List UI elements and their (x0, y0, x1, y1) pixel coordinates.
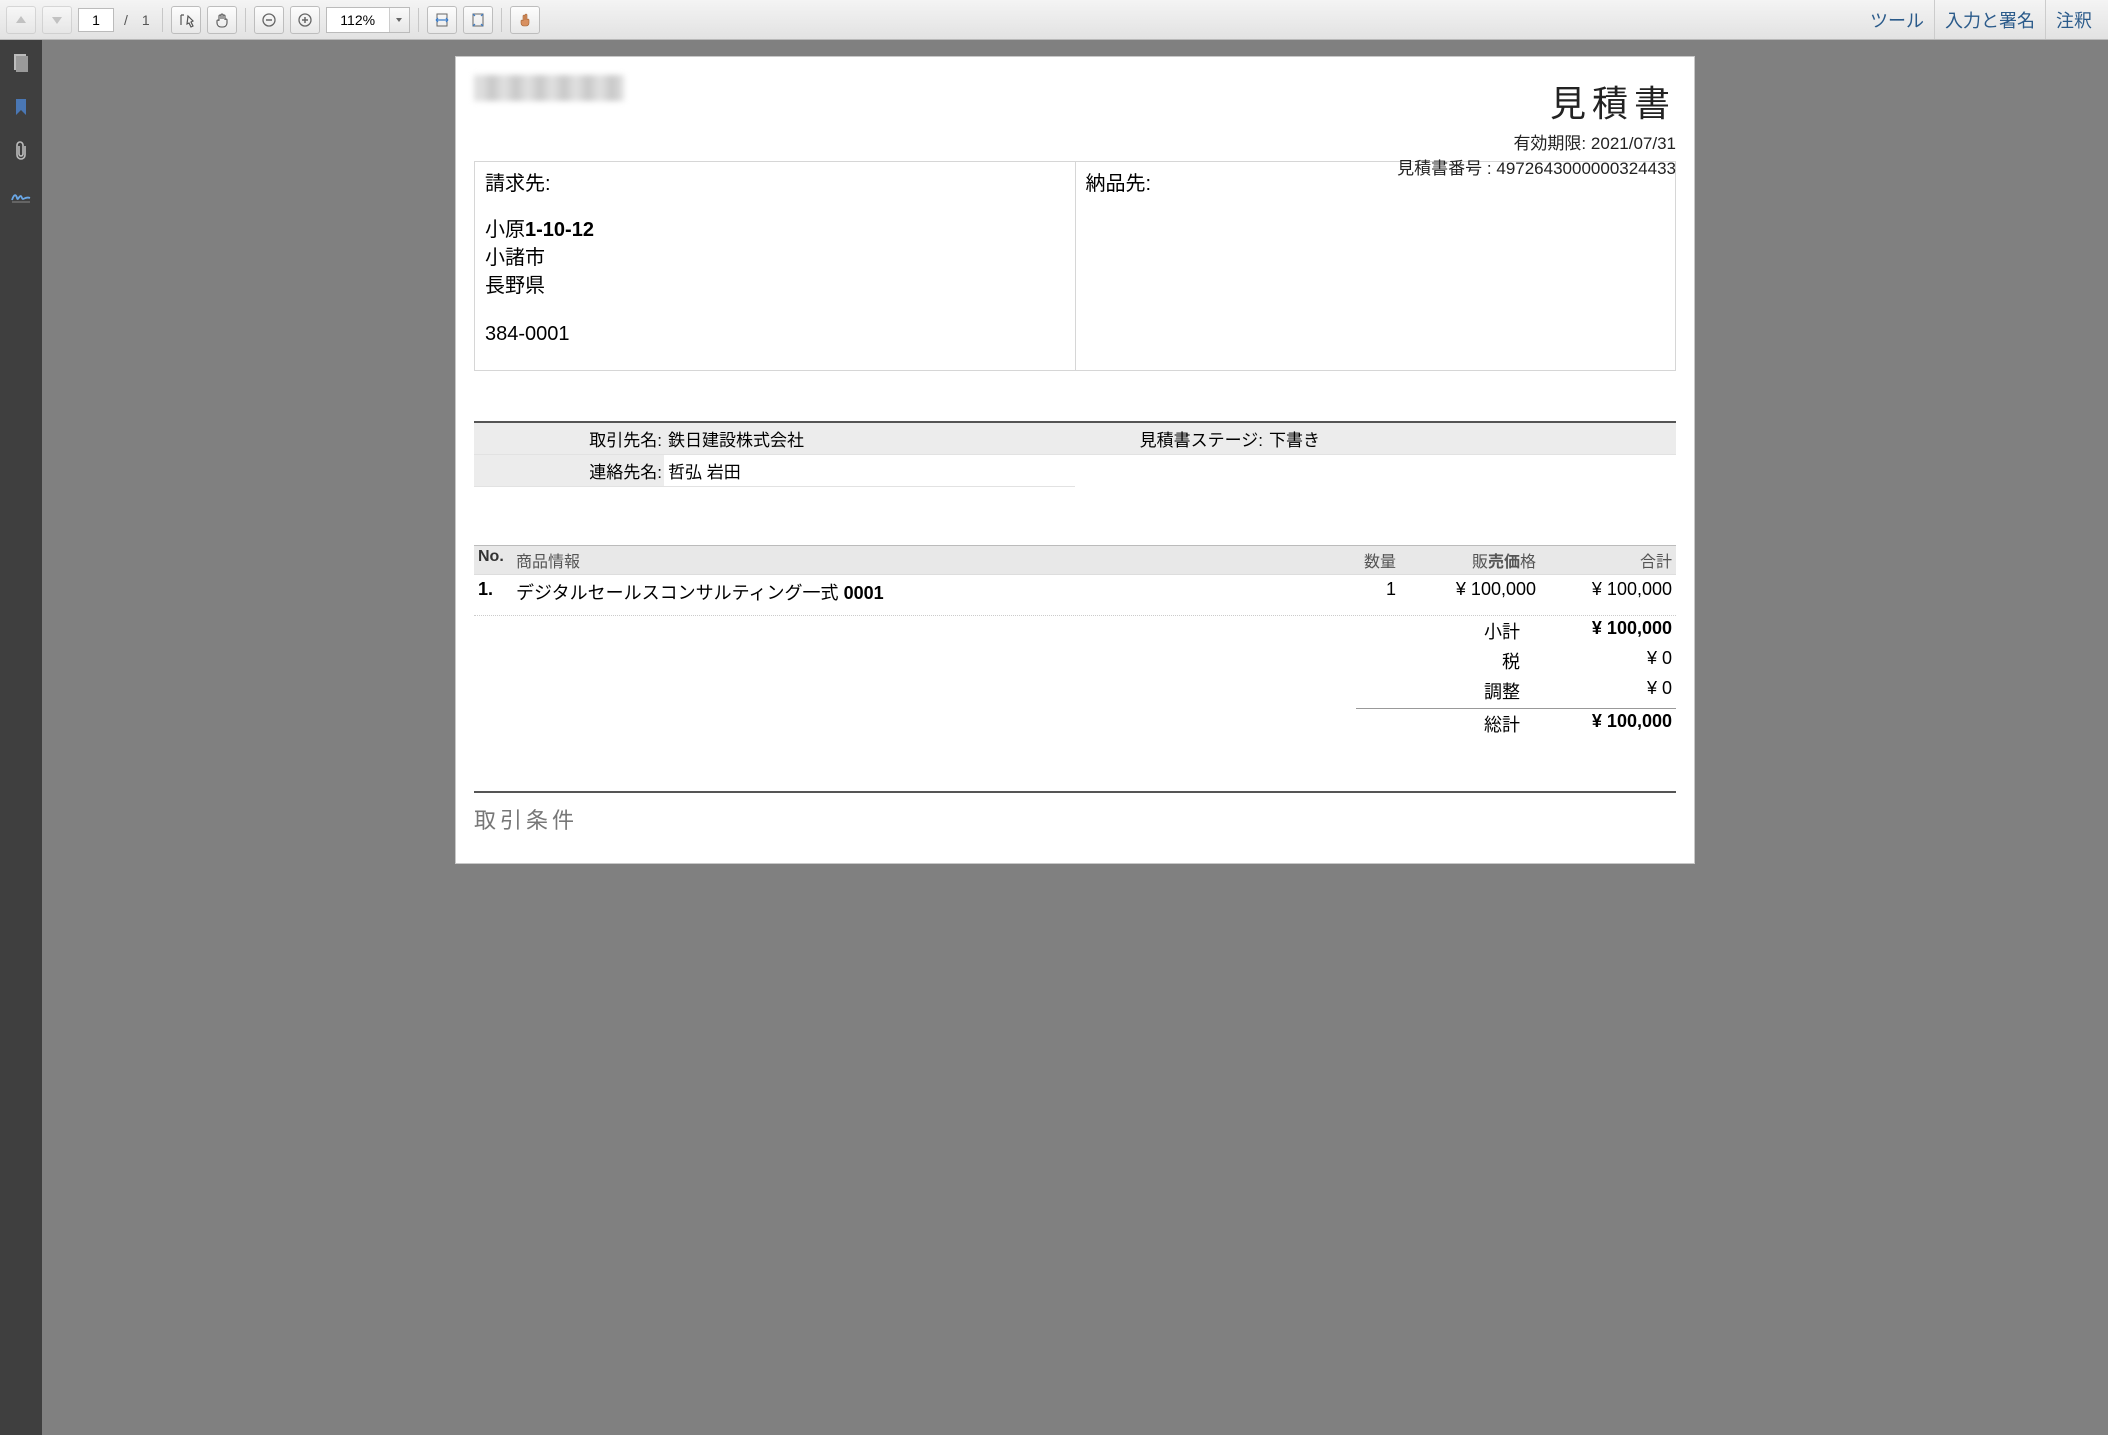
bookmark-icon[interactable] (8, 94, 34, 120)
zoom-input[interactable] (327, 8, 389, 32)
document-page: 見積書 有効期限: 2021/07/31 見積書番号 : 49726430000… (455, 56, 1695, 864)
quote-number-line: 見積書番号 : 4972643000000324433 (1397, 154, 1676, 179)
zoom-in-button[interactable] (290, 6, 320, 34)
bill-to-line3: 長野県 (485, 272, 1065, 300)
header-price-a: 販 (1472, 554, 1488, 571)
select-tool-button[interactable] (171, 6, 201, 34)
item-price: ¥ 100,000 (1396, 579, 1536, 605)
bill-to-label: 請求先: (485, 170, 1065, 198)
stage-label: 見積書ステージ: (1075, 423, 1265, 455)
expiry-label: 有効期限: (1513, 134, 1586, 153)
fit-page-button[interactable] (463, 6, 493, 34)
hand-tool-button[interactable] (207, 6, 237, 34)
document-title: 見積書 (1397, 75, 1676, 127)
adjust-value: ¥ 0 (1532, 678, 1672, 704)
terms-heading: 取引条件 (474, 791, 1676, 835)
thumbnails-icon[interactable] (8, 50, 34, 76)
page-up-button[interactable] (6, 6, 36, 34)
sidebar (0, 40, 42, 1435)
fit-width-button[interactable] (427, 6, 457, 34)
attachment-icon[interactable] (8, 138, 34, 164)
grand-total-value: ¥ 100,000 (1532, 711, 1672, 737)
items-table: No. 商品情報 数量 販売価格 合計 1. デジタルセールスコンサルティング一… (474, 545, 1676, 739)
items-header-row: No. 商品情報 数量 販売価格 合計 (474, 545, 1676, 575)
stage-value: 下書き (1265, 423, 1676, 455)
header-info: 商品情報 (516, 548, 1316, 572)
page-total: 1 (138, 12, 154, 28)
header-no: No. (474, 548, 516, 572)
page-number-input[interactable] (78, 8, 114, 32)
zoom-out-button[interactable] (254, 6, 284, 34)
meta-block: 取引先名: 鉄日建設株式会社 見積書ステージ: 下書き 連絡先名: 哲弘 岩田 (474, 421, 1676, 487)
subtotal-label: 小計 (1460, 618, 1520, 644)
bill-to-line4: 384-0001 (485, 320, 1065, 348)
header-qty: 数量 (1316, 548, 1396, 572)
toolbar-separator (418, 8, 419, 32)
page-down-button[interactable] (42, 6, 72, 34)
subtotal-value: ¥ 100,000 (1532, 618, 1672, 644)
item-no: 1. (474, 579, 516, 605)
item-name-b: 0001 (844, 583, 884, 603)
toolbar-separator (245, 8, 246, 32)
expiry-value: 2021/07/31 (1591, 134, 1676, 153)
company-logo (474, 75, 624, 101)
header-price-b: 売価 (1488, 554, 1520, 571)
item-row: 1. デジタルセールスコンサルティング一式 0001 1 ¥ 100,000 ¥… (474, 575, 1676, 616)
tax-value: ¥ 0 (1532, 648, 1672, 674)
item-total: ¥ 100,000 (1536, 579, 1676, 605)
account-label: 取引先名: (474, 423, 664, 455)
totals-block: 小計 ¥ 100,000 税 ¥ 0 調整 ¥ 0 総計 (1356, 616, 1676, 739)
bill-to-box: 請求先: 小原1-10-12 小諸市 長野県 384-0001 (474, 161, 1076, 371)
tax-label: 税 (1460, 648, 1520, 674)
page-viewport[interactable]: 見積書 有効期限: 2021/07/31 見積書番号 : 49726430000… (42, 40, 2108, 1435)
item-name-a: デジタルセールスコンサルティング一式 (516, 583, 844, 603)
quote-number-label: 見積書番号 : (1397, 159, 1491, 178)
header-price: 販売価格 (1396, 548, 1536, 572)
comment-link[interactable]: 注釈 (2045, 0, 2102, 39)
bill-to-line1b: 1-10-12 (525, 219, 594, 241)
header-price-c: 格 (1520, 554, 1536, 571)
ship-to-box: 納品先: (1076, 161, 1677, 371)
grand-total-label: 総計 (1460, 711, 1520, 737)
read-mode-button[interactable] (510, 6, 540, 34)
bill-to-line2: 小諸市 (485, 244, 1065, 272)
adjust-label: 調整 (1460, 678, 1520, 704)
quote-number-value: 4972643000000324433 (1496, 159, 1676, 178)
fill-sign-link[interactable]: 入力と署名 (1934, 0, 2045, 39)
page-separator: / (120, 12, 132, 28)
contact-label: 連絡先名: (474, 455, 664, 487)
account-value: 鉄日建設株式会社 (664, 423, 1075, 455)
document-header-right: 見積書 有効期限: 2021/07/31 見積書番号 : 49726430000… (1397, 75, 1676, 179)
zoom-dropdown-button[interactable] (389, 8, 409, 32)
item-name: デジタルセールスコンサルティング一式 0001 (516, 579, 1316, 605)
toolbar-separator (501, 8, 502, 32)
bill-to-line1a: 小原 (485, 219, 525, 241)
signature-icon[interactable] (8, 182, 34, 208)
toolbar-separator (162, 8, 163, 32)
header-total: 合計 (1536, 548, 1676, 572)
expiry-line: 有効期限: 2021/07/31 (1397, 129, 1676, 154)
item-qty: 1 (1316, 579, 1396, 605)
tools-link[interactable]: ツール (1860, 0, 1934, 39)
zoom-level-box (326, 7, 410, 33)
pdf-toolbar: / 1 ツー (0, 0, 2108, 40)
bill-to-body: 小原1-10-12 小諸市 長野県 384-0001 (485, 216, 1065, 348)
contact-value: 哲弘 岩田 (664, 455, 1075, 487)
